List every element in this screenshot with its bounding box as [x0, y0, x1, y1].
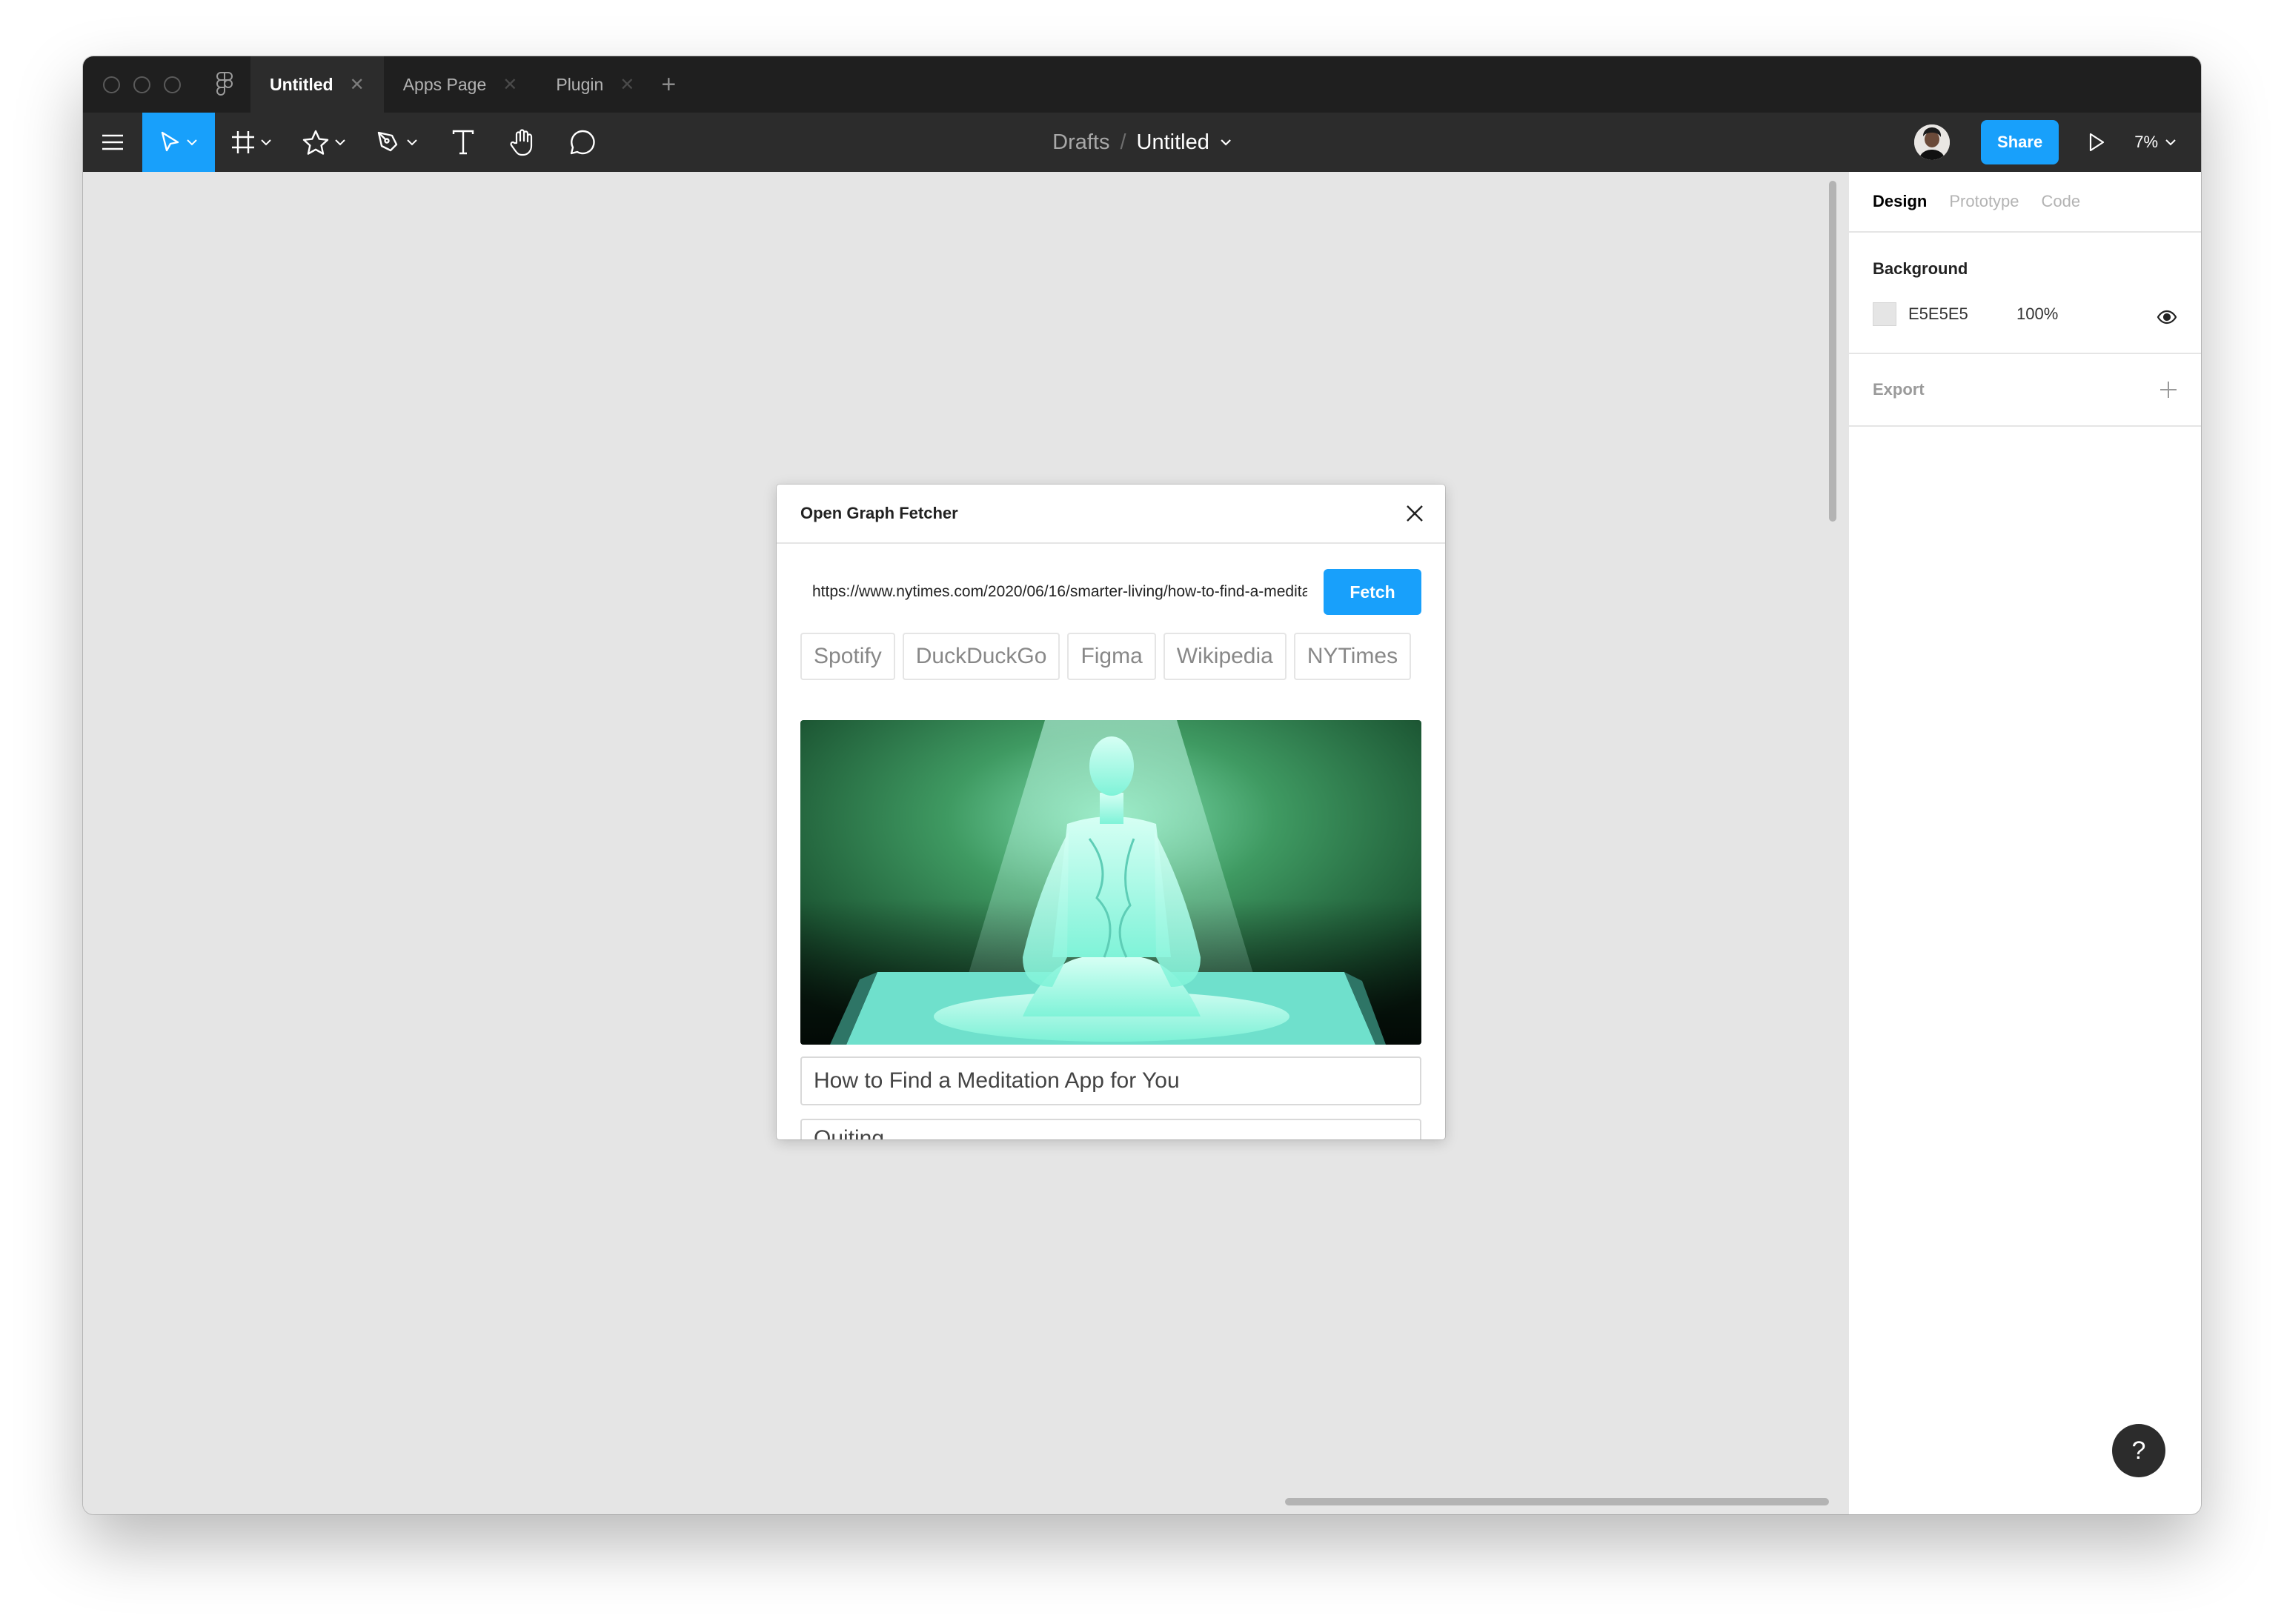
background-swatch[interactable] [1873, 302, 1896, 326]
present-button[interactable] [2088, 133, 2105, 152]
toolbar-right: Share 7% [1914, 113, 2201, 172]
og-title-field[interactable]: How to Find a Meditation App for You [800, 1056, 1421, 1105]
maximize-window-button[interactable] [164, 76, 181, 93]
preset-nytimes-button[interactable]: NYTimes [1293, 633, 1412, 680]
close-window-button[interactable] [103, 76, 120, 93]
breadcrumb-folder[interactable]: Drafts [1052, 130, 1109, 155]
chevron-down-icon [2165, 139, 2176, 145]
url-row: Fetch [800, 569, 1421, 615]
panel-tabs: Design Prototype Code [1849, 172, 2201, 233]
background-title: Background [1873, 259, 1968, 278]
shape-tool-button[interactable] [288, 113, 360, 172]
main-menu-button[interactable] [83, 113, 142, 172]
move-icon [161, 131, 179, 152]
vertical-scrollbar[interactable] [1829, 181, 1836, 522]
og-description-field[interactable]: Quiting [800, 1119, 1421, 1139]
chevron-down-icon [335, 139, 345, 145]
tab-plugin[interactable]: Plugin ✕ [537, 56, 654, 113]
play-icon [2090, 133, 2105, 152]
tab-apps-page[interactable]: Apps Page ✕ [384, 56, 537, 113]
frame-tool-button[interactable] [215, 113, 288, 172]
preset-figma-button[interactable]: Figma [1067, 633, 1156, 680]
zoom-level: 7% [2134, 133, 2158, 151]
background-row: E5E5E5 100% [1873, 302, 2177, 326]
chevron-down-icon [187, 139, 197, 145]
close-tab-icon[interactable]: ✕ [502, 74, 517, 96]
minimize-window-button[interactable] [133, 76, 150, 93]
text-tool-button[interactable] [433, 113, 494, 172]
eye-icon[interactable] [2157, 310, 2177, 325]
comment-icon [570, 130, 595, 155]
export-title: Export [1873, 380, 1925, 399]
close-tab-icon[interactable]: ✕ [350, 74, 365, 96]
star-icon [302, 130, 329, 155]
plus-icon[interactable] [2159, 381, 2177, 399]
file-tabs: Untitled ✕ Apps Page ✕ Plugin ✕ + [250, 56, 676, 113]
breadcrumb-file[interactable]: Untitled [1137, 130, 1209, 155]
horizontal-scrollbar[interactable] [1285, 1498, 1829, 1505]
tab-untitled[interactable]: Untitled ✕ [250, 56, 384, 113]
og-image-preview [800, 720, 1421, 1045]
comment-tool-button[interactable] [553, 113, 612, 172]
tab-prototype[interactable]: Prototype [1949, 192, 2019, 211]
hand-icon [510, 129, 533, 156]
share-button[interactable]: Share [1981, 120, 2059, 164]
help-button[interactable]: ? [2112, 1424, 2165, 1477]
tab-label: Untitled [270, 74, 333, 94]
export-section: Export [1849, 354, 2201, 427]
preset-spotify-button[interactable]: Spotify [800, 633, 895, 680]
background-opacity-input[interactable]: 100% [2016, 304, 2058, 324]
zoom-dropdown[interactable]: 7% [2134, 133, 2176, 152]
tab-label: Apps Page [402, 74, 487, 94]
avatar[interactable] [1914, 124, 1951, 160]
tab-code[interactable]: Code [2042, 192, 2081, 211]
chevron-down-icon[interactable] [1220, 139, 1232, 146]
chevron-down-icon [261, 139, 271, 145]
new-tab-button[interactable]: + [654, 56, 676, 113]
figma-window: Untitled ✕ Apps Page ✕ Plugin ✕ + Drafts… [83, 56, 2201, 1514]
background-hex-input[interactable]: E5E5E5 [1908, 304, 2016, 324]
figma-logo-icon[interactable] [213, 70, 236, 99]
url-input[interactable] [800, 570, 1319, 613]
preset-wikipedia-button[interactable]: Wikipedia [1163, 633, 1287, 680]
breadcrumb-separator: / [1120, 130, 1126, 154]
frame-icon [232, 131, 254, 153]
text-icon [452, 130, 474, 155]
breadcrumb: Drafts / Untitled [1052, 113, 1232, 172]
toolbar: Drafts / Untitled Share 7% [83, 113, 2201, 172]
properties-panel: Design Prototype Code Background E5E5E5 … [1848, 172, 2201, 1514]
tab-design[interactable]: Design [1873, 192, 1927, 211]
preset-buttons: Spotify DuckDuckGo Figma Wikipedia NYTim… [800, 633, 1421, 680]
window-controls [103, 76, 181, 93]
tab-label: Plugin [556, 74, 604, 94]
dialog-header: Open Graph Fetcher [777, 485, 1445, 544]
hand-tool-button[interactable] [494, 113, 553, 172]
pen-icon [377, 131, 398, 152]
fetch-button[interactable]: Fetch [1324, 569, 1421, 615]
dialog-title: Open Graph Fetcher [800, 504, 958, 522]
preset-duckduckgo-button[interactable]: DuckDuckGo [902, 633, 1060, 680]
close-tab-icon[interactable]: ✕ [620, 74, 634, 96]
menu-icon [102, 134, 123, 150]
plugin-dialog: Open Graph Fetcher Fetch Spotify DuckDuc… [777, 485, 1445, 1139]
close-icon[interactable] [1405, 504, 1424, 523]
move-tool-button[interactable] [142, 113, 215, 172]
pen-tool-button[interactable] [360, 113, 433, 172]
title-bar: Untitled ✕ Apps Page ✕ Plugin ✕ + [83, 56, 2201, 113]
background-section: Background E5E5E5 100% [1849, 233, 2201, 354]
chevron-down-icon [407, 139, 417, 145]
